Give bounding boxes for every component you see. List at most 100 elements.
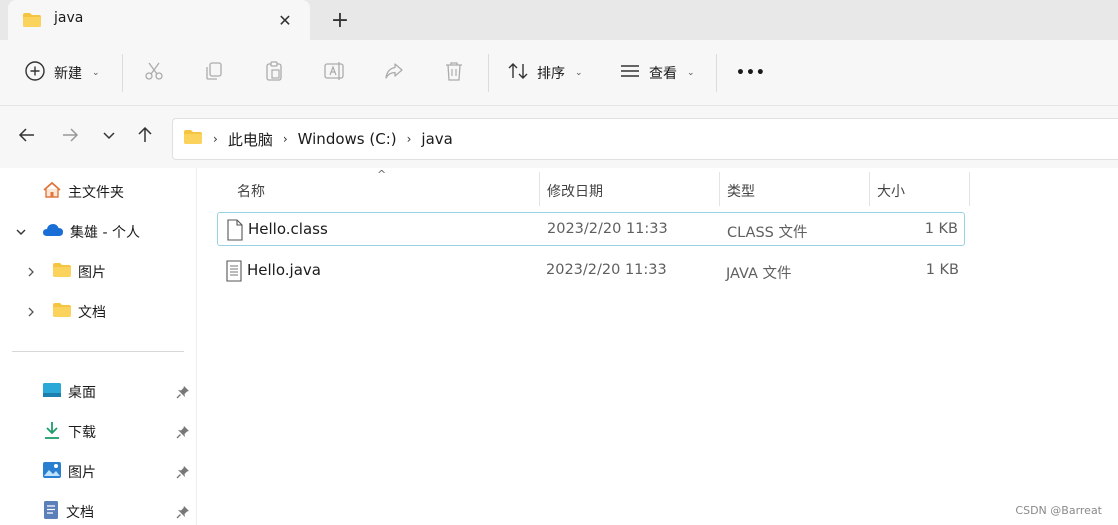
more-options-button[interactable]: ••• [736, 54, 766, 92]
new-tab-button[interactable]: + [326, 7, 354, 33]
toolbar-divider [488, 54, 489, 92]
sidebar-item-label: 图片 [78, 265, 106, 281]
chevron-down-icon [101, 127, 117, 147]
watermark: CSDN @Barreat [1015, 504, 1102, 517]
sidebar-item-onedrive[interactable]: 集雄 - 个人 [42, 217, 140, 247]
file-name: Hello.java [247, 261, 321, 279]
download-icon [42, 420, 62, 444]
column-header-label: 类型 [727, 184, 755, 200]
column-divider[interactable] [539, 172, 540, 206]
file-row[interactable]: Hello.java 2023/2/20 11:33 JAVA 文件 1 KB [217, 254, 965, 288]
share-button[interactable] [383, 54, 405, 92]
file-modified: 2023/2/20 11:33 [547, 221, 668, 237]
view-button-label: 查看 [649, 66, 677, 82]
view-button[interactable]: 查看 ⌄ [619, 54, 695, 92]
forward-button[interactable] [57, 124, 83, 150]
toolbar-divider [716, 54, 717, 92]
column-header-size[interactable]: 大小 [877, 174, 905, 208]
sort-button[interactable]: 排序 ⌄ [507, 54, 583, 92]
sidebar-item-documents[interactable]: 文档 [42, 497, 94, 525]
column-header-label: 名称 [237, 184, 265, 200]
copy-icon [203, 60, 225, 86]
file-modified: 2023/2/20 11:33 [546, 262, 667, 278]
sidebar-item-downloads[interactable]: 下载 [42, 417, 96, 447]
cloud-icon [42, 222, 64, 242]
pin-icon[interactable] [176, 465, 190, 479]
sidebar-item-onedrive-pictures[interactable]: 图片 [52, 257, 106, 287]
desktop-icon [42, 381, 62, 403]
pin-icon[interactable] [176, 425, 190, 439]
sidebar-item-home[interactable]: 主文件夹 [42, 177, 124, 207]
chevron-down-icon: ⌄ [687, 68, 695, 78]
home-icon [42, 180, 62, 204]
arrow-up-icon [135, 125, 155, 149]
sort-icon [507, 60, 529, 86]
breadcrumb-chevron-icon[interactable]: › [407, 132, 412, 146]
file-type: CLASS 文件 [727, 225, 808, 241]
sort-ascending-icon: ^ [377, 168, 387, 181]
recent-locations-button[interactable] [96, 124, 122, 150]
breadcrumb-chevron-icon[interactable]: › [283, 132, 288, 146]
file-list: ^ 名称 修改日期 类型 大小 Hello.class 2023/2/20 11… [196, 168, 1118, 525]
column-divider[interactable] [869, 172, 870, 206]
column-header-type[interactable]: 类型 [727, 174, 755, 208]
folder-icon [52, 302, 72, 322]
folder-icon [22, 12, 42, 32]
paste-button[interactable] [263, 54, 285, 92]
up-button[interactable] [132, 124, 158, 150]
scissors-icon [143, 60, 165, 86]
clipboard-icon [263, 60, 285, 86]
sidebar-item-label: 下载 [68, 425, 96, 441]
breadcrumb-java[interactable]: java [421, 130, 452, 148]
rename-icon [323, 60, 345, 86]
toolbar-divider [122, 54, 123, 92]
arrow-right-icon [60, 125, 80, 149]
close-tab-button[interactable]: ✕ [272, 7, 298, 33]
chevron-down-icon: ⌄ [92, 68, 100, 78]
sidebar-item-label: 桌面 [68, 385, 96, 401]
file-size: 1 KB [925, 262, 959, 278]
breadcrumb-chevron-icon[interactable]: › [213, 132, 218, 146]
more-icon: ••• [736, 65, 766, 81]
navigation-pane: 主文件夹 集雄 - 个人 图片 文档 桌面 下载 图片 文档 [0, 168, 196, 525]
sidebar-item-label: 主文件夹 [68, 185, 124, 201]
file-row[interactable]: Hello.class 2023/2/20 11:33 CLASS 文件 1 K… [217, 212, 965, 246]
address-bar[interactable]: › 此电脑 › Windows (C:) › java [172, 118, 1118, 160]
address-row: › 此电脑 › Windows (C:) › java [0, 106, 1118, 168]
breadcrumb-this-pc[interactable]: 此电脑 [228, 129, 273, 150]
new-button-label: 新建 [54, 66, 82, 82]
breadcrumb-c-drive[interactable]: Windows (C:) [298, 130, 397, 148]
sidebar-item-onedrive-documents[interactable]: 文档 [52, 297, 106, 327]
sidebar-item-pictures[interactable]: 图片 [42, 457, 96, 487]
tab-java[interactable]: java ✕ [8, 0, 310, 40]
sidebar-item-label: 集雄 - 个人 [70, 225, 140, 241]
back-button[interactable] [14, 124, 40, 150]
copy-button[interactable] [203, 54, 225, 92]
pin-icon[interactable] [176, 505, 190, 519]
column-divider[interactable] [719, 172, 720, 206]
column-header-label: 修改日期 [547, 184, 603, 200]
file-name: Hello.class [248, 220, 328, 238]
new-button[interactable]: 新建 ⌄ [24, 54, 100, 92]
folder-icon [52, 262, 72, 282]
file-type: JAVA 文件 [726, 266, 792, 282]
folder-icon [183, 129, 203, 149]
column-divider[interactable] [969, 172, 970, 206]
column-header-label: 大小 [877, 184, 905, 200]
column-header-name[interactable]: 名称 [237, 174, 265, 208]
pin-icon[interactable] [176, 385, 190, 399]
tab-title: java [54, 10, 84, 26]
cut-button[interactable] [143, 54, 165, 92]
rename-button[interactable] [323, 54, 345, 92]
expand-chevron-icon[interactable] [23, 264, 39, 280]
expand-chevron-icon[interactable] [23, 304, 39, 320]
delete-button[interactable] [443, 54, 465, 92]
document-icon [42, 500, 60, 524]
column-header-modified[interactable]: 修改日期 [547, 174, 603, 208]
plus-icon: + [330, 7, 350, 33]
sidebar-item-label: 图片 [68, 465, 96, 481]
expand-chevron-icon[interactable] [13, 224, 29, 240]
chevron-down-icon: ⌄ [575, 68, 583, 78]
sidebar-item-desktop[interactable]: 桌面 [42, 377, 96, 407]
tab-strip: java ✕ + [0, 0, 1118, 40]
